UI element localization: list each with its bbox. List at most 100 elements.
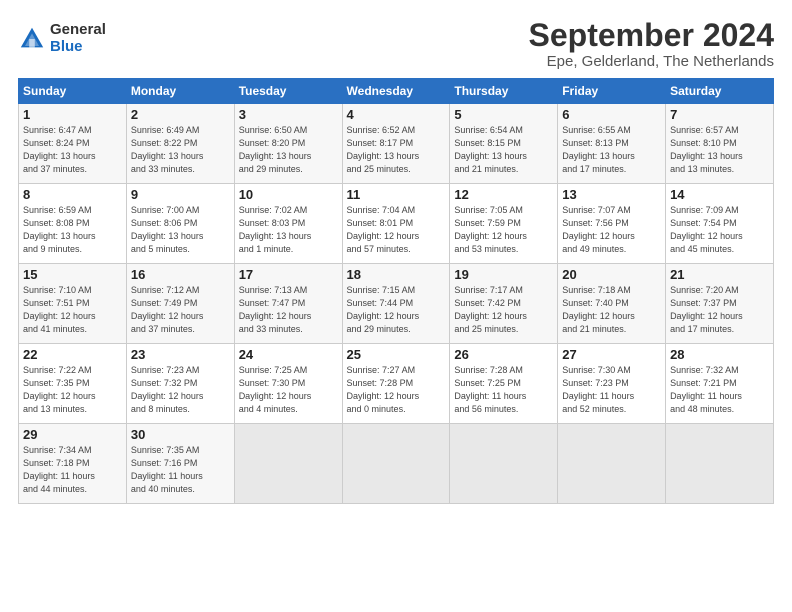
calendar-cell: 5 Sunrise: 6:54 AM Sunset: 8:15 PM Daylig…	[450, 104, 558, 184]
calendar-cell	[234, 424, 342, 504]
day-number: 26	[454, 347, 553, 362]
calendar-cell: 7 Sunrise: 6:57 AM Sunset: 8:10 PM Daylig…	[666, 104, 774, 184]
day-number: 23	[131, 347, 230, 362]
calendar-cell: 29 Sunrise: 7:34 AM Sunset: 7:18 PM Dayli…	[19, 424, 127, 504]
calendar-cell	[558, 424, 666, 504]
calendar-cell: 10 Sunrise: 7:02 AM Sunset: 8:03 PM Dayli…	[234, 184, 342, 264]
day-detail: Sunrise: 7:23 AM Sunset: 7:32 PM Dayligh…	[131, 364, 230, 416]
day-number: 7	[670, 107, 769, 122]
day-detail: Sunrise: 7:30 AM Sunset: 7:23 PM Dayligh…	[562, 364, 661, 416]
logo-general-text: General	[50, 22, 106, 39]
header-row: Sunday Monday Tuesday Wednesday Thursday…	[19, 79, 774, 104]
calendar-cell: 23 Sunrise: 7:23 AM Sunset: 7:32 PM Dayli…	[126, 344, 234, 424]
calendar-title: September 2024	[529, 18, 774, 53]
calendar-cell: 22 Sunrise: 7:22 AM Sunset: 7:35 PM Dayli…	[19, 344, 127, 424]
calendar-cell: 15Sunrise: 7:10 AM Sunset: 7:51 PM Dayli…	[19, 264, 127, 344]
day-detail: Sunrise: 7:18 AM Sunset: 7:40 PM Dayligh…	[562, 284, 661, 336]
calendar-cell: 11 Sunrise: 7:04 AM Sunset: 8:01 PM Dayli…	[342, 184, 450, 264]
day-detail: Sunrise: 7:09 AM Sunset: 7:54 PM Dayligh…	[670, 204, 769, 256]
header-sunday: Sunday	[19, 79, 127, 104]
calendar-cell: 8 Sunrise: 6:59 AM Sunset: 8:08 PM Daylig…	[19, 184, 127, 264]
week-row-3: 22 Sunrise: 7:22 AM Sunset: 7:35 PM Dayli…	[19, 344, 774, 424]
day-number: 11	[347, 187, 446, 202]
day-number: 25	[347, 347, 446, 362]
day-detail: Sunrise: 6:57 AM Sunset: 8:10 PM Dayligh…	[670, 124, 769, 176]
day-number: 17	[239, 267, 338, 282]
day-number: 22	[23, 347, 122, 362]
day-number: 29	[23, 427, 122, 442]
day-number: 14	[670, 187, 769, 202]
day-number: 5	[454, 107, 553, 122]
day-number: 20	[562, 267, 661, 282]
calendar-cell: 4Sunrise: 6:52 AM Sunset: 8:17 PM Daylig…	[342, 104, 450, 184]
calendar-cell: 1 Sunrise: 6:47 AM Sunset: 8:24 PM Daylig…	[19, 104, 127, 184]
day-detail: Sunrise: 6:52 AM Sunset: 8:17 PM Dayligh…	[347, 124, 446, 176]
calendar-cell: 6 Sunrise: 6:55 AM Sunset: 8:13 PM Daylig…	[558, 104, 666, 184]
page: General Blue September 2024 Epe, Gelderl…	[0, 0, 792, 612]
day-number: 9	[131, 187, 230, 202]
logo-icon	[18, 25, 46, 53]
day-number: 3	[239, 107, 338, 122]
day-number: 13	[562, 187, 661, 202]
day-number: 16	[131, 267, 230, 282]
calendar-cell: 18 Sunrise: 7:15 AM Sunset: 7:44 PM Dayli…	[342, 264, 450, 344]
day-number: 27	[562, 347, 661, 362]
day-detail: Sunrise: 7:07 AM Sunset: 7:56 PM Dayligh…	[562, 204, 661, 256]
day-number: 15	[23, 267, 122, 282]
day-detail: Sunrise: 7:00 AM Sunset: 8:06 PM Dayligh…	[131, 204, 230, 256]
calendar-cell	[450, 424, 558, 504]
title-block: September 2024 Epe, Gelderland, The Neth…	[529, 18, 774, 70]
calendar-cell: 21 Sunrise: 7:20 AM Sunset: 7:37 PM Dayli…	[666, 264, 774, 344]
day-detail: Sunrise: 7:20 AM Sunset: 7:37 PM Dayligh…	[670, 284, 769, 336]
day-number: 8	[23, 187, 122, 202]
header-tuesday: Tuesday	[234, 79, 342, 104]
calendar-cell: 20 Sunrise: 7:18 AM Sunset: 7:40 PM Dayli…	[558, 264, 666, 344]
calendar-cell: 3 Sunrise: 6:50 AM Sunset: 8:20 PM Daylig…	[234, 104, 342, 184]
day-detail: Sunrise: 7:25 AM Sunset: 7:30 PM Dayligh…	[239, 364, 338, 416]
calendar-cell	[342, 424, 450, 504]
day-number: 2	[131, 107, 230, 122]
day-detail: Sunrise: 6:54 AM Sunset: 8:15 PM Dayligh…	[454, 124, 553, 176]
week-row-0: 1 Sunrise: 6:47 AM Sunset: 8:24 PM Daylig…	[19, 104, 774, 184]
day-detail: Sunrise: 7:15 AM Sunset: 7:44 PM Dayligh…	[347, 284, 446, 336]
day-detail: Sunrise: 7:13 AM Sunset: 7:47 PM Dayligh…	[239, 284, 338, 336]
calendar-cell: 9 Sunrise: 7:00 AM Sunset: 8:06 PM Daylig…	[126, 184, 234, 264]
day-detail: Sunrise: 7:04 AM Sunset: 8:01 PM Dayligh…	[347, 204, 446, 256]
calendar-table: Sunday Monday Tuesday Wednesday Thursday…	[18, 78, 774, 504]
day-detail: Sunrise: 6:47 AM Sunset: 8:24 PM Dayligh…	[23, 124, 122, 176]
day-detail: Sunrise: 6:50 AM Sunset: 8:20 PM Dayligh…	[239, 124, 338, 176]
day-detail: Sunrise: 7:27 AM Sunset: 7:28 PM Dayligh…	[347, 364, 446, 416]
day-number: 30	[131, 427, 230, 442]
calendar-cell: 28Sunrise: 7:32 AM Sunset: 7:21 PM Dayli…	[666, 344, 774, 424]
day-detail: Sunrise: 7:02 AM Sunset: 8:03 PM Dayligh…	[239, 204, 338, 256]
day-number: 18	[347, 267, 446, 282]
calendar-cell	[666, 424, 774, 504]
calendar-cell: 16 Sunrise: 7:12 AM Sunset: 7:49 PM Dayli…	[126, 264, 234, 344]
day-number: 28	[670, 347, 769, 362]
day-number: 1	[23, 107, 122, 122]
day-detail: Sunrise: 6:55 AM Sunset: 8:13 PM Dayligh…	[562, 124, 661, 176]
day-number: 12	[454, 187, 553, 202]
header-wednesday: Wednesday	[342, 79, 450, 104]
calendar-cell: 13 Sunrise: 7:07 AM Sunset: 7:56 PM Dayli…	[558, 184, 666, 264]
day-detail: Sunrise: 7:17 AM Sunset: 7:42 PM Dayligh…	[454, 284, 553, 336]
week-row-4: 29 Sunrise: 7:34 AM Sunset: 7:18 PM Dayli…	[19, 424, 774, 504]
day-detail: Sunrise: 7:35 AM Sunset: 7:16 PM Dayligh…	[131, 444, 230, 496]
calendar-cell: 27 Sunrise: 7:30 AM Sunset: 7:23 PM Dayli…	[558, 344, 666, 424]
day-number: 10	[239, 187, 338, 202]
day-detail: Sunrise: 7:34 AM Sunset: 7:18 PM Dayligh…	[23, 444, 122, 496]
calendar-cell: 2 Sunrise: 6:49 AM Sunset: 8:22 PM Daylig…	[126, 104, 234, 184]
day-detail: Sunrise: 7:22 AM Sunset: 7:35 PM Dayligh…	[23, 364, 122, 416]
day-detail: Sunrise: 7:12 AM Sunset: 7:49 PM Dayligh…	[131, 284, 230, 336]
day-detail: Sunrise: 6:59 AM Sunset: 8:08 PM Dayligh…	[23, 204, 122, 256]
calendar-cell: 14 Sunrise: 7:09 AM Sunset: 7:54 PM Dayli…	[666, 184, 774, 264]
header-friday: Friday	[558, 79, 666, 104]
calendar-cell: 17 Sunrise: 7:13 AM Sunset: 7:47 PM Dayli…	[234, 264, 342, 344]
day-number: 6	[562, 107, 661, 122]
day-number: 21	[670, 267, 769, 282]
day-detail: Sunrise: 7:28 AM Sunset: 7:25 PM Dayligh…	[454, 364, 553, 416]
header: General Blue September 2024 Epe, Gelderl…	[18, 18, 774, 70]
day-detail: Sunrise: 6:49 AM Sunset: 8:22 PM Dayligh…	[131, 124, 230, 176]
calendar-cell: 30 Sunrise: 7:35 AM Sunset: 7:16 PM Dayli…	[126, 424, 234, 504]
calendar-cell: 12Sunrise: 7:05 AM Sunset: 7:59 PM Dayli…	[450, 184, 558, 264]
